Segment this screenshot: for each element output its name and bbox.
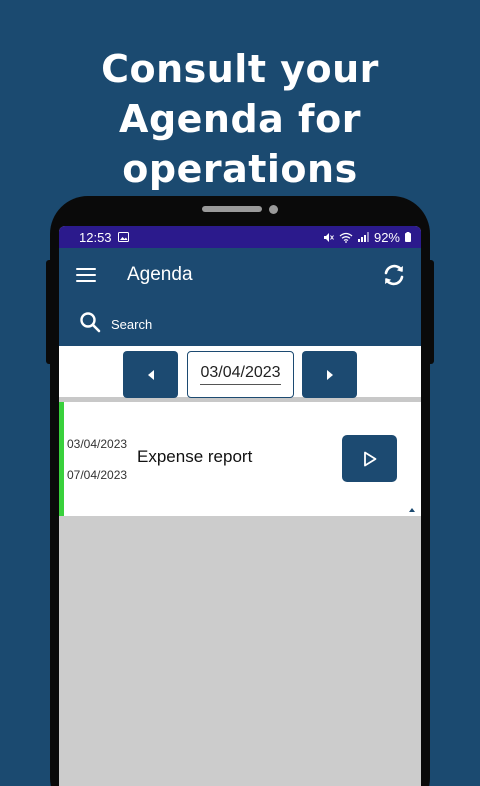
search-icon[interactable] (79, 311, 101, 333)
promo-line-1: Consult your (101, 47, 379, 91)
event-title: Expense report (137, 447, 253, 466)
event-start-date: 03/04/2023 (67, 437, 128, 451)
date-field[interactable]: 03/04/2023 (187, 351, 294, 398)
collapse-caret-icon[interactable] (409, 508, 415, 512)
search-input[interactable]: Search (111, 317, 152, 332)
signal-icon (357, 232, 369, 242)
promo-line-3: operations (122, 147, 358, 191)
chevron-right-icon (326, 369, 333, 380)
status-bar: 12:53 92% (59, 226, 421, 248)
page-title: Agenda (127, 264, 193, 285)
gallery-icon (117, 232, 129, 242)
previous-date-button[interactable] (123, 351, 178, 398)
menu-icon[interactable] (76, 268, 96, 284)
promo-headline: Consult your Agenda for operations (0, 44, 480, 194)
mute-icon (323, 232, 334, 242)
chevron-left-icon (147, 369, 154, 380)
event-card[interactable]: 03/04/2023 07/04/2023 Expense report (59, 402, 421, 516)
battery-percent: 92% (373, 229, 400, 245)
phone-side-button-left (46, 260, 52, 364)
sync-icon[interactable] (381, 262, 407, 288)
promo-line-2: Agenda for (119, 97, 361, 141)
event-end-date: 07/04/2023 (67, 468, 128, 482)
battery-icon (405, 232, 411, 242)
wifi-icon (339, 232, 353, 243)
status-time: 12:53 (79, 229, 112, 245)
phone-frame: 12:53 92% Agenda Search 03/04/2023 03/04… (46, 196, 434, 786)
date-navigator: 03/04/2023 (59, 346, 421, 402)
date-value: 03/04/2023 (200, 364, 281, 385)
open-event-button[interactable] (342, 435, 397, 482)
next-date-button[interactable] (302, 351, 357, 398)
phone-side-button-right (428, 260, 434, 364)
app-bar: Agenda Search (59, 248, 421, 346)
phone-camera (269, 205, 278, 214)
phone-screen: 12:53 92% Agenda Search 03/04/2023 03/04… (59, 226, 421, 786)
phone-speaker (202, 206, 262, 212)
play-icon (363, 451, 376, 466)
